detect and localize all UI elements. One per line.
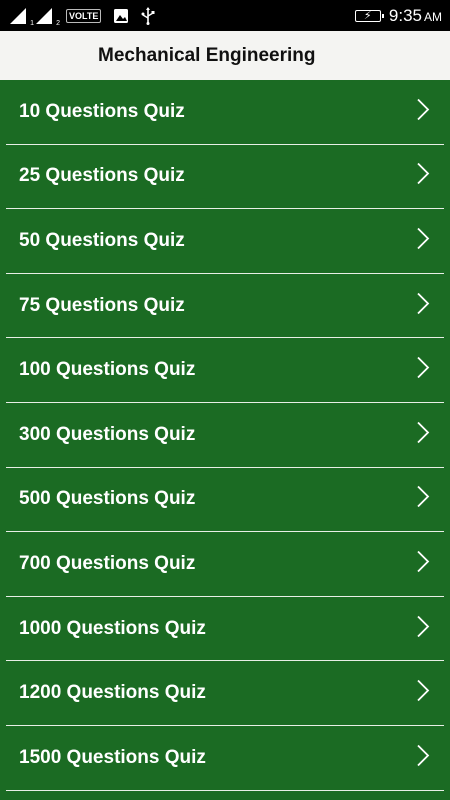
status-bar: 1 2 VOLTE ⚡ 9:35 AM <box>0 0 450 31</box>
list-item-label: 100 Questions Quiz <box>19 359 196 381</box>
chevron-right-icon <box>416 291 430 320</box>
list-item-label: 25 Questions Quiz <box>19 165 185 187</box>
list-item-label: 10 Questions Quiz <box>19 100 185 122</box>
page-title: Mechanical Engineering <box>98 44 316 66</box>
list-item-label: 500 Questions Quiz <box>19 488 196 510</box>
list-item-100-questions[interactable]: 100 Questions Quiz <box>6 338 444 403</box>
chevron-right-icon <box>416 549 430 578</box>
signal-icon-sim2: 2 <box>36 7 60 27</box>
status-left: 1 2 VOLTE <box>10 6 155 27</box>
list-item-500-questions[interactable]: 500 Questions Quiz <box>6 468 444 533</box>
chevron-right-icon <box>416 485 430 514</box>
battery-charging-icon: ⚡ <box>354 9 384 22</box>
chevron-right-icon <box>416 614 430 643</box>
list-item-label: 1500 Questions Quiz <box>19 746 206 768</box>
chevron-right-icon <box>416 420 430 449</box>
list-item-50-questions[interactable]: 50 Questions Quiz <box>6 209 444 274</box>
list-item-label: 1200 Questions Quiz <box>19 682 206 704</box>
chevron-right-icon <box>416 97 430 126</box>
clock-time: 9:35 <box>388 5 422 25</box>
list-item-label: 75 Questions Quiz <box>19 294 185 316</box>
clock: 9:35 AM <box>389 6 442 26</box>
list-item-700-questions[interactable]: 700 Questions Quiz <box>6 532 444 597</box>
list-item-1500-questions[interactable]: 1500 Questions Quiz <box>6 726 444 791</box>
status-right: ⚡ 9:35 AM <box>354 6 442 26</box>
list-item-75-questions[interactable]: 75 Questions Quiz <box>6 274 444 339</box>
quiz-list: 10 Questions Quiz 25 Questions Quiz 50 Q… <box>0 80 450 791</box>
sim2-label: 2 <box>56 19 60 27</box>
list-item-1000-questions[interactable]: 1000 Questions Quiz <box>6 597 444 662</box>
sim1-label: 1 <box>30 19 34 27</box>
volte-badge: VOLTE <box>66 8 102 23</box>
list-item-label: 50 Questions Quiz <box>19 229 185 251</box>
usb-icon <box>141 6 155 25</box>
list-item-1200-questions[interactable]: 1200 Questions Quiz <box>6 661 444 726</box>
chevron-right-icon <box>416 162 430 191</box>
list-item-25-questions[interactable]: 25 Questions Quiz <box>6 145 444 210</box>
list-item-10-questions[interactable]: 10 Questions Quiz <box>6 80 444 145</box>
list-item-300-questions[interactable]: 300 Questions Quiz <box>6 403 444 468</box>
chevron-right-icon <box>416 743 430 772</box>
image-icon <box>113 8 129 24</box>
list-item-label: 300 Questions Quiz <box>19 423 196 445</box>
chevron-right-icon <box>416 226 430 255</box>
clock-ampm: AM <box>424 9 442 24</box>
list-item-label: 700 Questions Quiz <box>19 552 196 574</box>
signal-icon-sim1: 1 <box>10 7 34 27</box>
list-item-label: 1000 Questions Quiz <box>19 617 206 639</box>
app-bar: Mechanical Engineering <box>0 31 450 80</box>
chevron-right-icon <box>416 679 430 708</box>
chevron-right-icon <box>416 356 430 385</box>
